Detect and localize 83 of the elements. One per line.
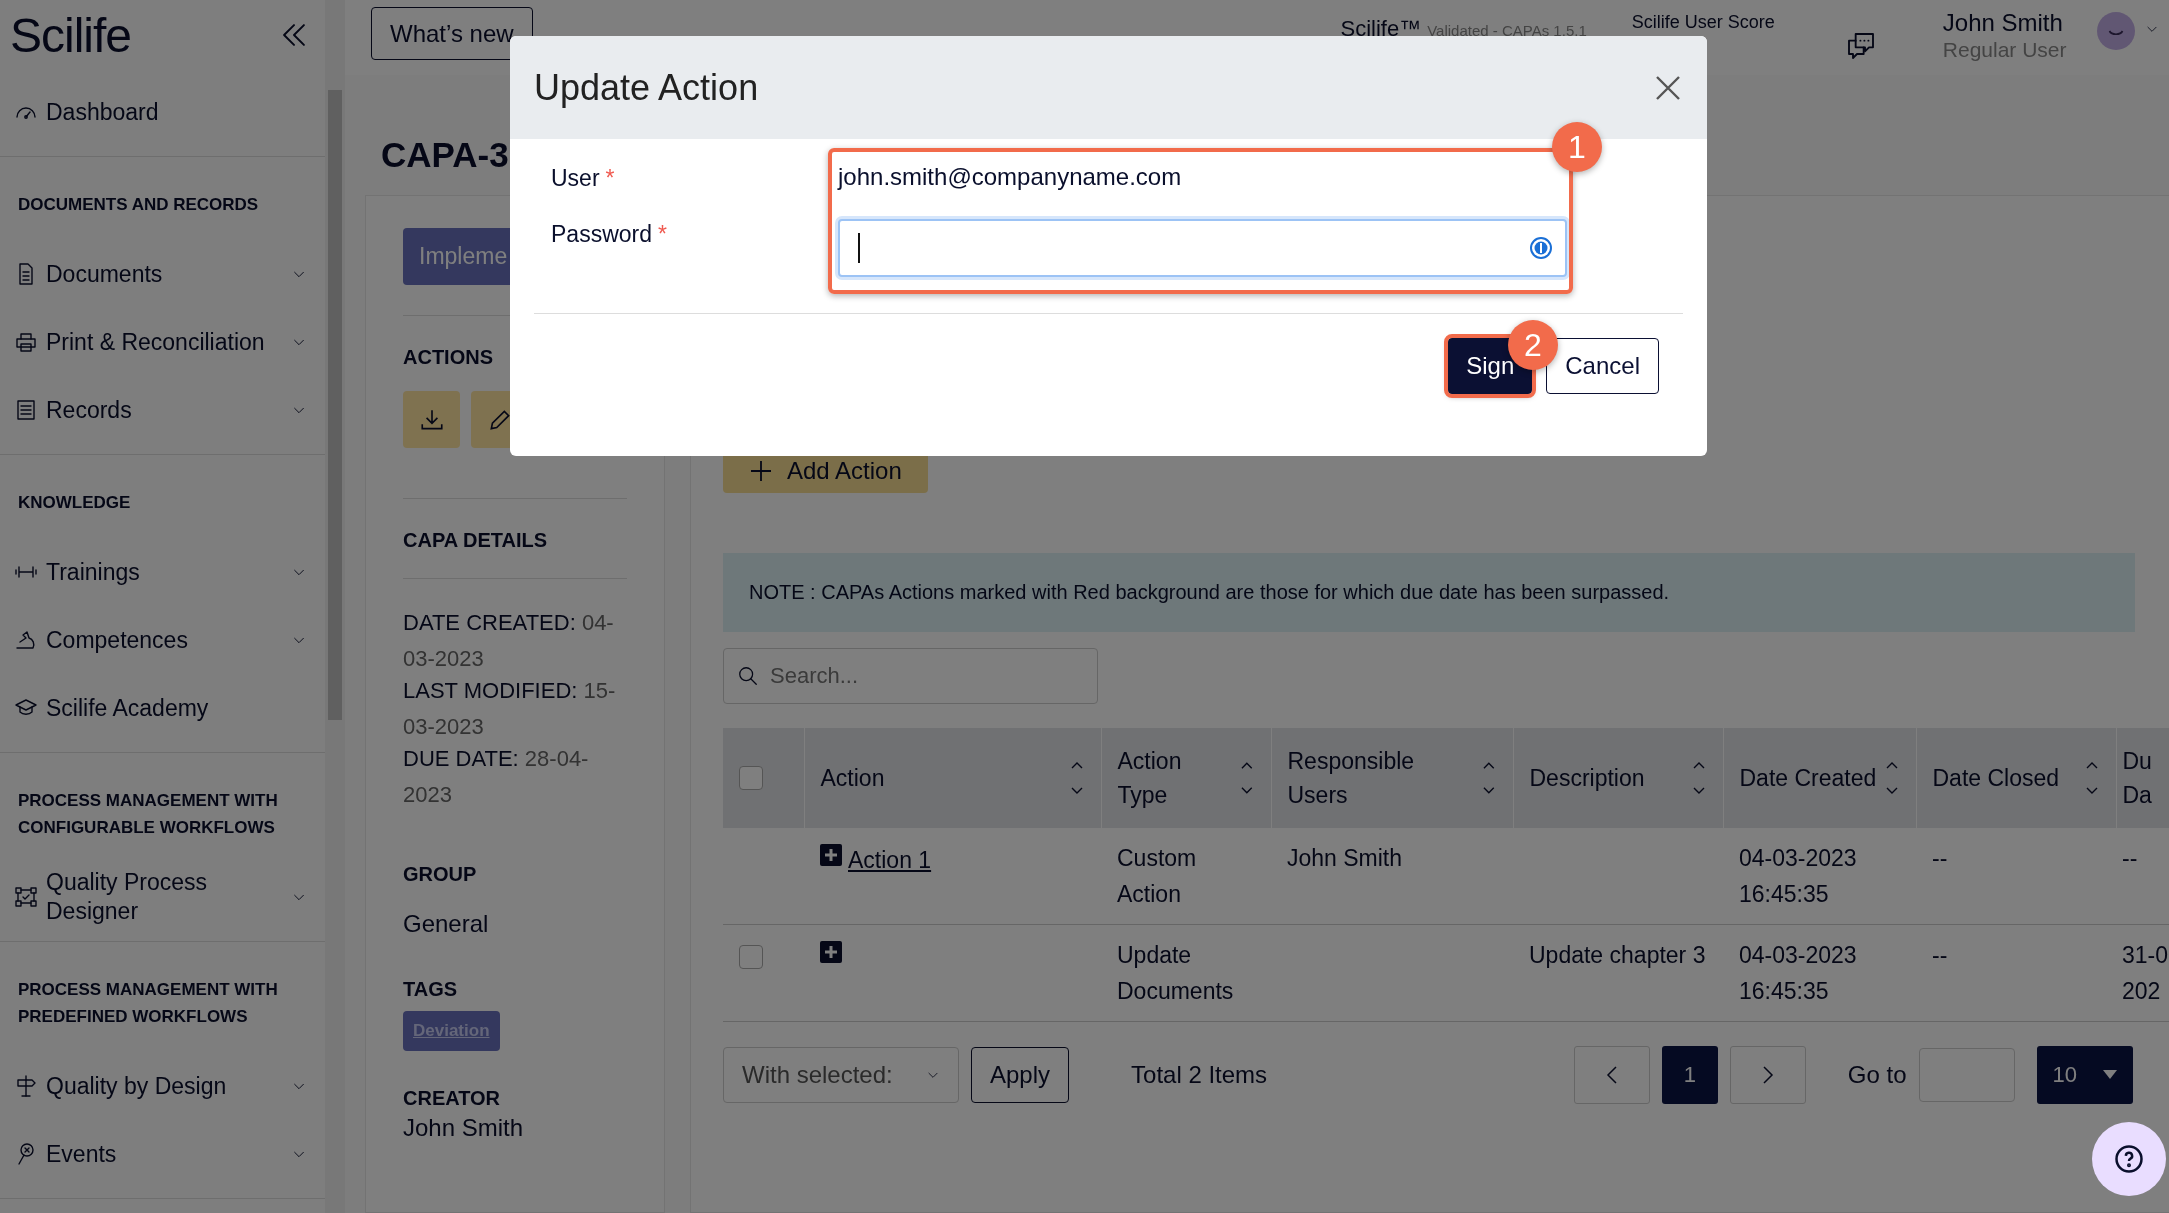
section-heading: CAPA DETAILS — [403, 529, 549, 552]
whats-new-button[interactable]: What’s new — [371, 7, 533, 60]
field-label: User * — [551, 164, 616, 192]
signpost-icon — [14, 1074, 38, 1098]
printer-icon — [14, 330, 38, 354]
checkbox[interactable] — [739, 766, 763, 790]
sidebar-item[interactable]: Competences — [0, 606, 325, 674]
chevron-left-icon — [1604, 1064, 1619, 1086]
sidebar-item[interactable]: Scilife Academy — [0, 674, 325, 742]
detail-text: DATE CREATED: 04-03-2023 — [403, 609, 615, 673]
sidebar-item[interactable]: Quality Process Designer — [0, 863, 325, 931]
list-icon — [14, 398, 38, 422]
password-field[interactable] — [838, 219, 1567, 277]
creator-value: John Smith — [403, 1114, 525, 1142]
sidebar-item[interactable]: Documents — [0, 240, 325, 308]
search-field[interactable]: Search... — [723, 648, 1098, 704]
bulk-action-dropdown[interactable]: With selected: — [723, 1047, 959, 1103]
download-button[interactable] — [403, 391, 460, 448]
column-header[interactable]: Responsible Users — [1271, 728, 1513, 828]
close-icon[interactable] — [1655, 74, 1681, 101]
dialog-title: Update Action — [534, 66, 759, 109]
detail-text: DUE DATE: 28-04-2023 — [403, 745, 590, 809]
table-cell: Update chapter 3 — [1529, 942, 1706, 968]
table-cell: 31-0 202 — [2122, 942, 2169, 1004]
column-header[interactable]: Description — [1513, 728, 1723, 828]
sidebar-item[interactable]: Records — [0, 376, 325, 444]
product-version: Scilife™ Validated - CAPAs 1.5.1 — [1340, 18, 1587, 42]
table-cell: Custom Action — [1117, 845, 1197, 907]
group-value: General — [403, 910, 490, 938]
text-cursor — [858, 233, 860, 263]
table-cell: -- — [1932, 942, 1948, 968]
column-header[interactable]: Action Type — [1101, 728, 1271, 828]
plus-icon — [749, 458, 773, 483]
sidebar-item[interactable]: Trainings — [0, 538, 325, 606]
page-size-dropdown[interactable]: 10 — [2036, 1046, 2133, 1104]
section-heading: ACTIONS — [403, 346, 494, 369]
caret-icon — [2102, 1070, 2117, 1080]
section-heading: TAGS — [403, 978, 459, 1001]
section-heading: CREATOR — [403, 1087, 502, 1110]
action-link[interactable]: Action 1 — [848, 846, 932, 873]
table-cell: 04-03-2023 16:45:35 — [1739, 942, 1857, 1004]
chevron-right-icon — [1760, 1064, 1775, 1086]
note-banner: NOTE : CAPAs Actions marked with Red background are those for which due date has been surpassed. — [723, 553, 2135, 632]
flowchart-icon — [14, 885, 38, 909]
field-label: Password * — [551, 220, 668, 248]
go-to-label: Go to — [1847, 1061, 1907, 1089]
sidebar-item[interactable]: Events — [0, 1120, 325, 1188]
expand-icon[interactable] — [820, 941, 842, 963]
page-button[interactable]: 1 — [1661, 1046, 1718, 1104]
detail-text: LAST MODIFIED: 15-03-2023 — [403, 677, 617, 741]
avatar-icon[interactable] — [2096, 12, 2135, 50]
table-cell: -- — [1932, 845, 1948, 871]
sidebar-item[interactable]: Print & Reconciliation — [0, 308, 325, 376]
table-cell: -- — [2122, 845, 2138, 871]
expand-icon[interactable] — [820, 844, 842, 866]
user-name: John Smith — [1942, 8, 2064, 38]
sidebar-item[interactable]: Dashboard — [0, 78, 325, 146]
user-value: john.smith@companyname.com — [838, 163, 1183, 192]
section-heading: PROCESS MANAGEMENT WITH PREDEFINED WORKFLOWS — [17, 979, 279, 1028]
section-heading: KNOWLEDGE — [17, 492, 132, 514]
user-role: Regular User — [1942, 38, 2067, 62]
column-header[interactable]: Date Created — [1723, 728, 1916, 828]
section-heading: PROCESS MANAGEMENT WITH CONFIGURABLE WORKFLOWS — [17, 790, 279, 839]
help-icon — [2114, 1144, 2144, 1174]
page-title: CAPA-3 — [381, 135, 509, 174]
apply-button[interactable]: Apply — [971, 1047, 1070, 1103]
section-heading: DOCUMENTS AND RECORDS — [17, 194, 260, 216]
sidebar-item[interactable]: Quality by Design — [0, 1052, 325, 1120]
logo[interactable]: Scilife — [10, 7, 132, 63]
step-badge: 1 — [1552, 122, 1602, 172]
page-number-field[interactable] — [1918, 1048, 2015, 1102]
total-items: Total 2 Items — [1131, 1061, 1268, 1089]
user-score-label[interactable]: Scilife User Score — [1631, 12, 1775, 33]
column-header[interactable]: Date Closed — [1916, 728, 2116, 828]
table-cell: John Smith — [1287, 845, 1403, 871]
column-header[interactable]: Du Da — [2116, 728, 2169, 828]
cancel-button[interactable]: Cancel — [1546, 338, 1659, 394]
table-cell: 04-03-2023 16:45:35 — [1739, 845, 1857, 907]
checkbox[interactable] — [739, 944, 763, 969]
scrollbar-thumb[interactable] — [328, 90, 342, 720]
column-header[interactable]: Action — [804, 728, 1101, 828]
section-heading: GROUP — [403, 863, 478, 886]
table-cell: Update Documents — [1117, 942, 1234, 1004]
